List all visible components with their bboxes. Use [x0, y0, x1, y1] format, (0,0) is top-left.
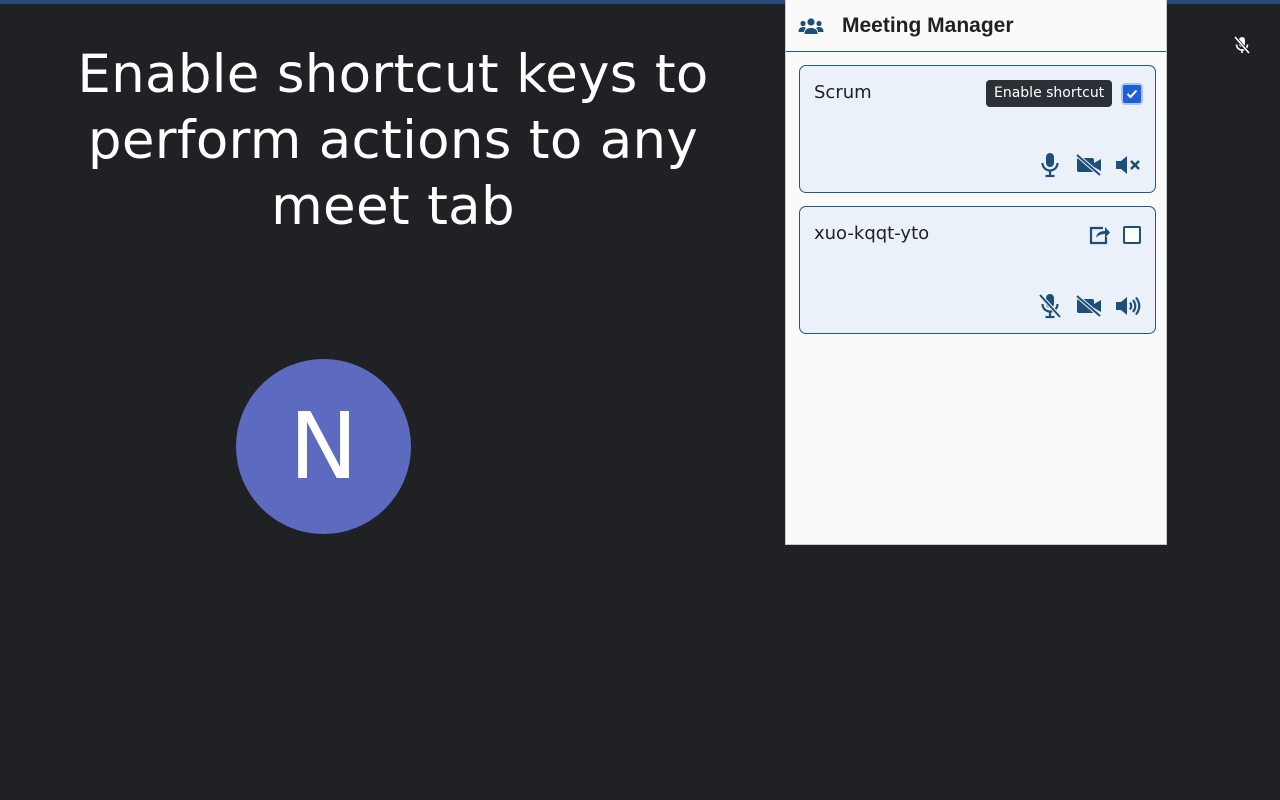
meeting-name: Scrum: [814, 82, 872, 103]
speaker-muted-button[interactable]: [1113, 151, 1143, 179]
checkmark-icon: [1126, 89, 1138, 99]
speaker-volume-icon: [1116, 296, 1141, 316]
share-external-icon: [1089, 226, 1110, 245]
camera-off-button[interactable]: [1074, 292, 1104, 320]
video-off-icon: [1075, 154, 1102, 176]
meeting-card-xuo-kqqt-yto[interactable]: xuo-kqqt-yto: [799, 206, 1156, 334]
enable-shortcut-checkbox[interactable]: [1123, 226, 1141, 244]
panel-header: Meeting Manager: [786, 0, 1166, 52]
mic-on-button[interactable]: [1035, 151, 1065, 179]
mic-off-indicator-icon: [1232, 35, 1252, 55]
people-group-icon: [798, 16, 824, 36]
mic-off-icon: [1038, 293, 1062, 319]
avatar: N: [236, 359, 411, 534]
mic-off-button[interactable]: [1035, 292, 1065, 320]
enable-shortcut-checkbox[interactable]: [1123, 85, 1141, 103]
promo-headline: Enable shortcut keys to perform actions …: [77, 44, 709, 237]
meeting-card-scrum[interactable]: Scrum Enable shortcut: [799, 65, 1156, 193]
meeting-manager-panel: Meeting Manager Scrum Enable shortcut xu…: [785, 0, 1167, 545]
video-off-icon: [1075, 295, 1102, 317]
meeting-name: xuo-kqqt-yto: [814, 223, 930, 244]
speaker-mute-icon: [1116, 156, 1140, 174]
enable-shortcut-tooltip: Enable shortcut: [986, 80, 1113, 107]
camera-off-button[interactable]: [1074, 151, 1104, 179]
mic-icon: [1041, 153, 1059, 178]
avatar-initial: N: [289, 393, 358, 500]
speaker-on-button[interactable]: [1113, 292, 1143, 320]
open-tab-button[interactable]: [1086, 221, 1114, 249]
panel-title: Meeting Manager: [842, 13, 1014, 37]
